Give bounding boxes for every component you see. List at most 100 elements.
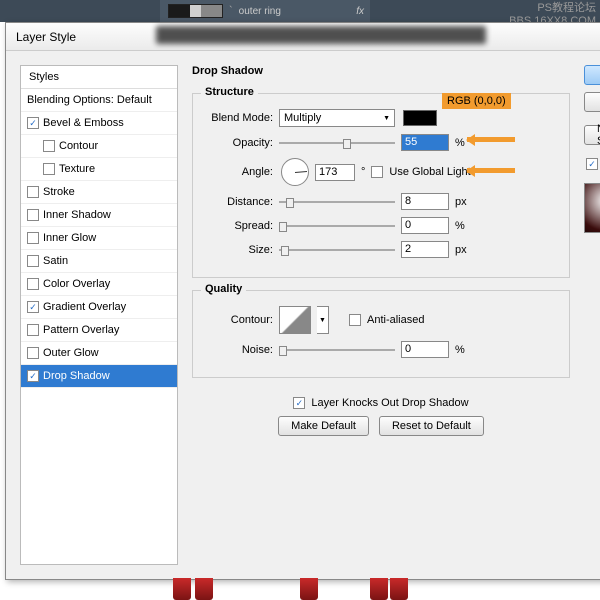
annotation-arrow-icon	[467, 137, 515, 142]
style-row-bevel-emboss[interactable]: ✓ Bevel & Emboss	[21, 112, 177, 135]
style-label: Outer Glow	[43, 347, 99, 359]
opacity-label: Opacity:	[205, 137, 273, 149]
style-row-outer-glow[interactable]: Outer Glow	[21, 342, 177, 365]
blur-overlay	[156, 26, 486, 44]
anti-aliased-checkbox[interactable]	[349, 314, 361, 326]
opacity-slider[interactable]	[279, 135, 395, 151]
size-unit: px	[455, 244, 467, 256]
style-row-blending-options-default[interactable]: Blending Options: Default	[21, 89, 177, 112]
style-checkbox[interactable]	[27, 347, 39, 359]
red-tab-icon	[300, 578, 318, 600]
new-style-button[interactable]: New Style...	[584, 125, 600, 145]
style-checkbox[interactable]: ✓	[27, 301, 39, 313]
spread-slider[interactable]	[279, 218, 395, 234]
style-label: Drop Shadow	[43, 370, 110, 382]
titlebar[interactable]: Layer Style	[6, 23, 600, 51]
global-light-label: Use Global Light	[389, 166, 470, 178]
style-label: Pattern Overlay	[43, 324, 119, 336]
preview-checkbox[interactable]: ✓	[586, 158, 598, 170]
style-checkbox[interactable]	[43, 140, 55, 152]
style-row-pattern-overlay[interactable]: Pattern Overlay	[21, 319, 177, 342]
style-row-texture[interactable]: Texture	[21, 158, 177, 181]
style-row-inner-glow[interactable]: Inner Glow	[21, 227, 177, 250]
red-tab-icon	[195, 578, 213, 600]
opacity-input[interactable]: 55	[401, 134, 449, 151]
tick-mark: `	[229, 5, 233, 17]
spread-input[interactable]: 0	[401, 217, 449, 234]
blend-mode-select[interactable]: Multiply▼	[279, 109, 395, 127]
spread-label: Spread:	[205, 220, 273, 232]
cancel-button[interactable]: Cancel	[584, 92, 600, 112]
style-row-gradient-overlay[interactable]: ✓ Gradient Overlay	[21, 296, 177, 319]
annotation-rgb: RGB (0,0,0)	[442, 93, 511, 109]
contour-label: Contour:	[205, 314, 273, 326]
angle-dial[interactable]	[281, 158, 309, 186]
distance-input[interactable]: 8	[401, 193, 449, 210]
layer-style-dialog: Layer Style Styles Blending Options: Def…	[5, 22, 600, 580]
angle-input[interactable]: 173	[315, 164, 355, 181]
contour-picker[interactable]	[279, 306, 311, 334]
angle-label: Angle:	[205, 166, 273, 178]
chevron-down-icon: ▼	[383, 115, 390, 122]
layer-tab[interactable]: ` outer ring fx	[160, 0, 370, 22]
red-tab-icon	[370, 578, 388, 600]
style-label: Stroke	[43, 186, 75, 198]
annotation-arrow-icon	[467, 168, 515, 173]
style-row-stroke[interactable]: Stroke	[21, 181, 177, 204]
style-row-contour[interactable]: Contour	[21, 135, 177, 158]
style-checkbox[interactable]	[27, 255, 39, 267]
size-slider[interactable]	[279, 242, 395, 258]
knockout-checkbox[interactable]: ✓	[293, 397, 305, 409]
style-checkbox[interactable]	[43, 163, 55, 175]
distance-slider[interactable]	[279, 194, 395, 210]
red-tab-icon	[390, 578, 408, 600]
style-label: Color Overlay	[43, 278, 110, 290]
style-checkbox[interactable]: ✓	[27, 117, 39, 129]
style-checkbox[interactable]	[27, 324, 39, 336]
quality-legend: Quality	[201, 283, 246, 295]
layer-name: outer ring	[239, 6, 281, 17]
style-row-satin[interactable]: Satin	[21, 250, 177, 273]
style-label: Blending Options: Default	[27, 94, 152, 106]
quality-fieldset: Quality Contour: ▼ Anti-aliased Noise: 0…	[192, 290, 570, 378]
fx-badge: fx	[356, 6, 364, 17]
reset-default-button[interactable]: Reset to Default	[379, 416, 484, 436]
style-checkbox[interactable]	[27, 209, 39, 221]
panel-title: Drop Shadow	[192, 65, 570, 77]
knockout-label: Layer Knocks Out Drop Shadow	[311, 397, 468, 409]
noise-input[interactable]: 0	[401, 341, 449, 358]
style-checkbox[interactable]	[27, 278, 39, 290]
anti-aliased-label: Anti-aliased	[367, 314, 424, 326]
dialog-buttons: OK Cancel New Style... ✓ Preview	[584, 65, 600, 565]
noise-slider[interactable]	[279, 342, 395, 358]
distance-label: Distance:	[205, 196, 273, 208]
style-row-inner-shadow[interactable]: Inner Shadow	[21, 204, 177, 227]
spread-unit: %	[455, 220, 465, 232]
style-label: Gradient Overlay	[43, 301, 126, 313]
style-label: Bevel & Emboss	[43, 117, 124, 129]
styles-header[interactable]: Styles	[21, 66, 177, 89]
structure-legend: Structure	[201, 86, 258, 98]
make-default-button[interactable]: Make Default	[278, 416, 369, 436]
red-tab-icon	[173, 578, 191, 600]
size-input[interactable]: 2	[401, 241, 449, 258]
layer-thumb-icon	[168, 4, 223, 18]
chevron-down-icon: ▼	[319, 317, 326, 324]
style-checkbox[interactable]	[27, 186, 39, 198]
global-light-checkbox[interactable]	[371, 166, 383, 178]
ok-button[interactable]: OK	[584, 65, 600, 85]
style-checkbox[interactable]	[27, 232, 39, 244]
angle-unit: °	[361, 166, 365, 178]
style-row-color-overlay[interactable]: Color Overlay	[21, 273, 177, 296]
blend-mode-label: Blend Mode:	[205, 112, 273, 124]
contour-dropdown[interactable]: ▼	[317, 306, 329, 334]
distance-unit: px	[455, 196, 467, 208]
dialog-title: Layer Style	[16, 30, 76, 44]
color-swatch[interactable]	[403, 110, 437, 126]
structure-fieldset: Structure Blend Mode: Multiply▼ Opacity:…	[192, 93, 570, 278]
style-checkbox[interactable]: ✓	[27, 370, 39, 382]
noise-unit: %	[455, 344, 465, 356]
style-label: Satin	[43, 255, 68, 267]
styles-list: Styles Blending Options: Default ✓ Bevel &…	[20, 65, 178, 565]
style-row-drop-shadow[interactable]: ✓ Drop Shadow	[21, 365, 177, 388]
